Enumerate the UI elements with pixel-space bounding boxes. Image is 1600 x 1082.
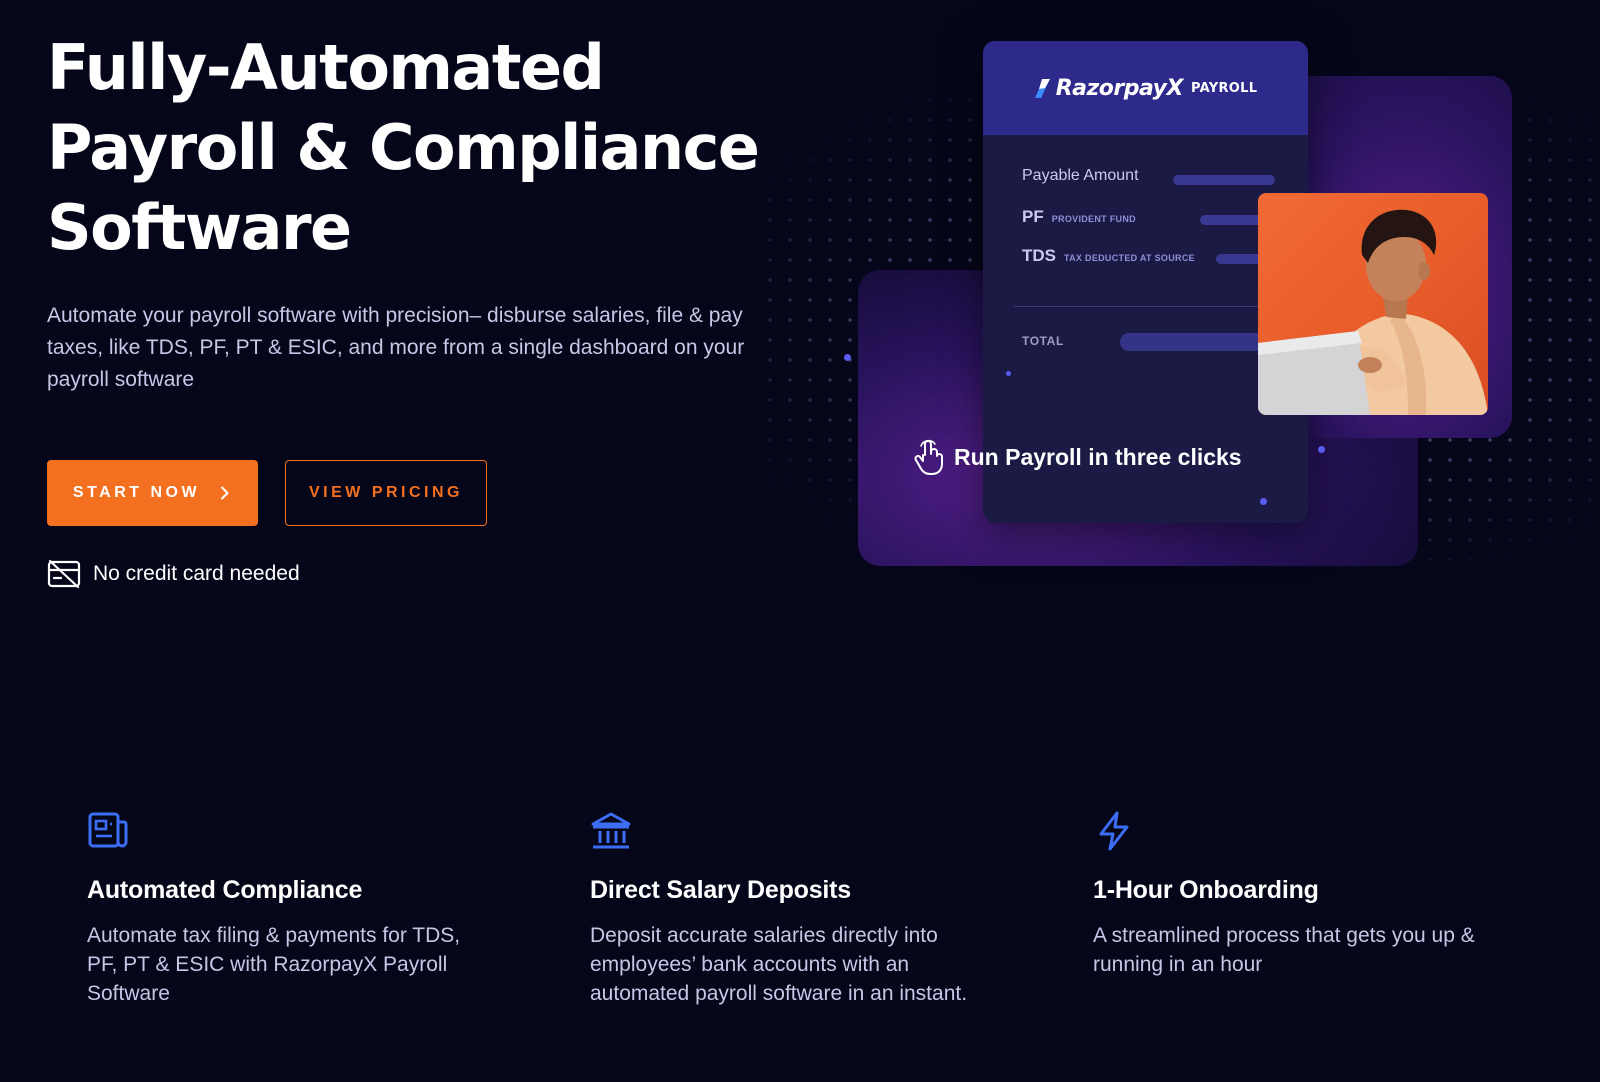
- row-tds: TDS TAX DEDUCTED AT SOURCE: [1022, 246, 1195, 266]
- hero-subtitle: Automate your payroll software with prec…: [47, 304, 745, 391]
- row-pf: PF PROVIDENT FUND: [1022, 207, 1136, 227]
- start-now-label: START NOW: [72, 484, 201, 501]
- no-credit-card-note: No credit card needed: [47, 558, 300, 590]
- no-credit-card-text: No credit card needed: [93, 562, 300, 585]
- row-label: Payable Amount: [1022, 167, 1139, 184]
- view-pricing-button[interactable]: VIEW PRICING: [285, 460, 487, 526]
- feature-title: 1-Hour Onboarding: [1093, 876, 1319, 904]
- hand-pointer-icon: [914, 439, 943, 475]
- newspaper-icon: [88, 812, 128, 848]
- brand-product: PAYROLL: [1190, 80, 1258, 96]
- accent-dot: [1260, 498, 1267, 505]
- razorpay-logo-icon: [1034, 79, 1050, 98]
- feature-1-hour-onboarding: 1-Hour Onboarding A streamlined process …: [1093, 810, 1493, 979]
- accent-dot: [844, 354, 851, 361]
- person-with-laptop-illustration: [1258, 209, 1488, 415]
- payroll-card-header: RazorpayX PAYROLL: [983, 41, 1308, 135]
- no-credit-card-icon: [47, 559, 81, 589]
- page: Fully-Automated Payroll & Compliance Sof…: [0, 0, 1600, 1082]
- row-bar: [1173, 175, 1275, 185]
- accent-dot: [1006, 371, 1011, 376]
- feature-title: Direct Salary Deposits: [590, 876, 851, 904]
- employee-photo: [1258, 193, 1488, 415]
- row-label: TDS: [1022, 246, 1056, 265]
- row-sublabel: TAX DEDUCTED AT SOURCE: [1064, 253, 1195, 263]
- accent-dot: [1318, 446, 1325, 453]
- chevron-right-icon: [221, 486, 229, 500]
- run-payroll-text: Run Payroll in three clicks: [954, 443, 1242, 470]
- feature-text: Deposit accurate salaries directly into …: [590, 924, 968, 1005]
- start-now-button[interactable]: START NOW: [47, 460, 258, 526]
- feature-direct-salary-deposits: Direct Salary Deposits Deposit accurate …: [590, 810, 990, 1008]
- feature-automated-compliance: Automated Compliance Automate tax filing…: [87, 810, 487, 1008]
- run-payroll-cta: Run Payroll in three clicks: [914, 438, 1242, 476]
- total-label: TOTAL: [1022, 334, 1064, 348]
- feature-title: Automated Compliance: [87, 876, 363, 904]
- brand-name: RazorpayX: [1055, 75, 1184, 101]
- lightning-icon: [1099, 811, 1129, 851]
- hero-title: Fully-Automated Payroll & Compliance Sof…: [47, 31, 760, 264]
- payroll-illustration: RazorpayX PAYROLL Payable Amount PF PROV…: [760, 38, 1600, 578]
- feature-text: A streamlined process that gets you up &…: [1093, 924, 1475, 976]
- row-sublabel: PROVIDENT FUND: [1051, 214, 1136, 224]
- bank-icon: [591, 812, 631, 849]
- feature-text: Automate tax filing & payments for TDS, …: [87, 924, 461, 1005]
- row-label: PF: [1022, 207, 1044, 226]
- row-payable-amount: Payable Amount: [1022, 167, 1139, 185]
